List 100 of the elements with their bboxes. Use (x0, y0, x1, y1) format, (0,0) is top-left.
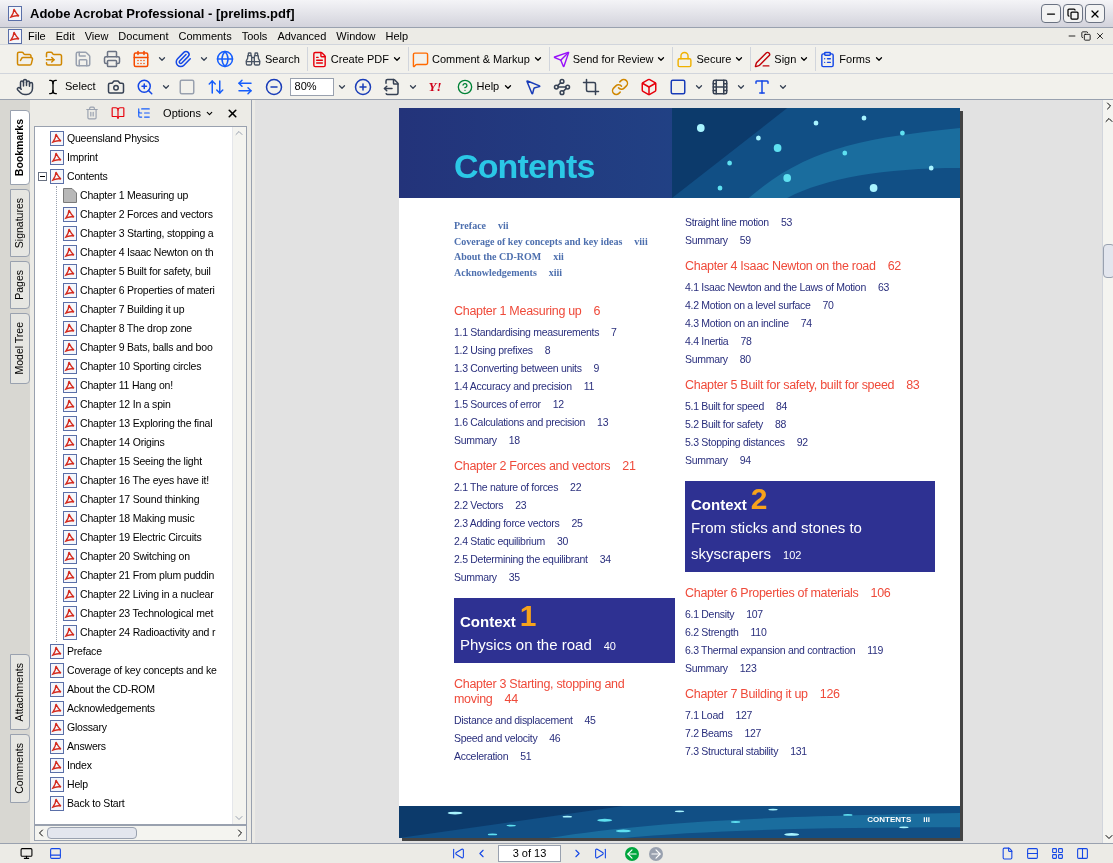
pointer-icon[interactable] (524, 77, 543, 96)
toc-entry[interactable]: Speed and velocity 46 (454, 729, 561, 747)
scrollbar[interactable] (1102, 100, 1113, 843)
cube-icon[interactable] (640, 77, 659, 96)
bookmark-item[interactable]: Chapter 12 In a spin (80, 399, 171, 410)
options-button[interactable]: Options (163, 104, 214, 122)
toc-entry[interactable]: 6.1 Density 107 (685, 605, 763, 623)
menu-item[interactable]: Document (114, 30, 173, 42)
toc-entry[interactable]: 2.4 Static equilibrium 30 (454, 532, 568, 550)
zoom-in-icon[interactable] (353, 77, 372, 96)
folder-icon[interactable] (45, 50, 63, 68)
folder-icon[interactable] (16, 50, 34, 68)
bookmark-item[interactable]: Queensland Physics (67, 133, 160, 144)
page-number-field[interactable]: 3 of 13 (498, 845, 561, 862)
toolbar-button[interactable]: Secure (672, 47, 748, 71)
bookmark-item[interactable]: Chapter 20 Switching on (80, 551, 190, 562)
menu-item[interactable]: Tools (237, 30, 272, 42)
chapter-heading[interactable]: Chapter 6 Properties of materials 106 (685, 586, 935, 601)
bookmark-item[interactable]: Chapter 18 Making music (80, 513, 195, 524)
toc-entry[interactable]: 1.6 Calculations and precision 13 (454, 413, 609, 431)
toc-entry[interactable]: 2.1 The nature of forces 22 (454, 478, 582, 496)
zoom-in-icon[interactable] (135, 77, 154, 96)
fit-width-icon[interactable] (235, 77, 254, 96)
minimize-button[interactable] (1041, 4, 1061, 23)
toc-entry[interactable]: 1.5 Sources of error 12 (454, 395, 564, 413)
bookmark-item[interactable]: Chapter 21 From plum puddin (80, 570, 215, 581)
close-icon[interactable] (1095, 31, 1105, 41)
toc-entry[interactable]: 7.3 Structural stability 131 (685, 742, 807, 760)
front-matter-entry[interactable]: About the CD-ROM xii (454, 249, 564, 265)
toolbar-button[interactable]: Create PDF (306, 47, 405, 71)
bookmark-item[interactable]: Chapter 2 Forces and vectors (80, 209, 213, 220)
camera-icon[interactable] (106, 77, 125, 96)
restore-icon[interactable] (1081, 31, 1091, 41)
menu-item[interactable]: Advanced (273, 30, 331, 42)
side-tab[interactable]: Pages (10, 261, 30, 310)
path-icon[interactable] (553, 77, 572, 96)
bookmark-item[interactable]: Chapter 3 Starting, stopping a (80, 228, 214, 239)
last-page-icon[interactable] (594, 847, 607, 860)
toolbar-button[interactable]: Comment & Markup (407, 47, 546, 71)
crop-icon[interactable] (582, 77, 601, 96)
toc-entry[interactable]: 6.2 Strength 110 (685, 623, 767, 641)
side-tab[interactable]: Bookmarks (10, 110, 30, 186)
bookmark-item[interactable]: Preface (67, 646, 102, 657)
chapter-heading[interactable]: Chapter 3 Starting, stopping and moving 44 (454, 677, 675, 707)
chapter-heading[interactable]: Chapter 4 Isaac Newton on the road 62 (685, 259, 935, 274)
caret-icon[interactable] (199, 54, 209, 64)
menu-item[interactable]: Comments (174, 30, 236, 42)
bookmark-item[interactable]: Help (67, 779, 88, 790)
bookmark-item[interactable]: Chapter 16 The eyes have it! (80, 475, 210, 486)
toc-entry[interactable]: 4.1 Isaac Newton and the Laws of Motion 63 (685, 278, 889, 296)
bookmark-item[interactable]: Glossary (67, 722, 107, 733)
bookmark-item[interactable]: Chapter 11 Hang on! (80, 380, 173, 391)
close-button[interactable] (1085, 4, 1105, 23)
chapter-heading[interactable]: Chapter 2 Forces and vectors 21 (454, 459, 675, 474)
context-banner[interactable]: Context 1 Physics on the road 40 (454, 598, 675, 663)
facing-icon[interactable] (1051, 847, 1064, 860)
context-banner[interactable]: Context 2 From sticks and stones to skyscrapers 102 (685, 481, 935, 572)
back-icon[interactable] (625, 846, 639, 861)
chapter-heading[interactable]: Chapter 7 Building it up 126 (685, 687, 935, 702)
continuous-facing-icon[interactable] (1076, 847, 1089, 860)
bookmark-item[interactable]: Chapter 6 Properties of materi (80, 285, 215, 296)
continuous-icon[interactable] (1026, 847, 1039, 860)
side-tab[interactable]: Comments (10, 734, 30, 803)
toc-entry[interactable]: Summary 80 (685, 350, 751, 368)
bookmark-item[interactable]: Chapter 10 Sporting circles (80, 361, 202, 372)
scroll-thumb[interactable] (1103, 244, 1113, 278)
toc-entry[interactable]: 4.3 Motion on an incline 74 (685, 314, 812, 332)
square-icon[interactable] (669, 77, 688, 96)
monitor-icon[interactable] (20, 847, 33, 860)
toc-entry[interactable]: 1.1 Standardising measurements 7 (454, 323, 617, 341)
help-button[interactable]: Help (452, 78, 518, 95)
bookmark-item[interactable]: Chapter 22 Living in a nuclear (80, 589, 214, 600)
toolbar-button[interactable]: Send for Review (548, 47, 670, 71)
toc-entry[interactable]: Summary 35 (454, 568, 520, 586)
calendar-icon[interactable] (132, 50, 150, 68)
fit-height-icon[interactable] (206, 77, 225, 96)
toc-entry[interactable]: 2.3 Adding force vectors 25 (454, 514, 583, 532)
toc-entry[interactable]: 1.2 Using prefixes 8 (454, 341, 551, 359)
toc-entry[interactable]: 7.1 Load 127 (685, 706, 753, 724)
front-matter-entry[interactable]: Preface vii (454, 218, 509, 234)
menu-item[interactable]: File (24, 30, 50, 42)
menu-item[interactable]: Help (381, 30, 413, 42)
bookmark-item[interactable]: Imprint (67, 152, 98, 163)
caret-icon[interactable] (157, 54, 167, 64)
toolbar-button[interactable]: Sign (750, 47, 813, 71)
zoom-field[interactable]: 80% (289, 77, 334, 96)
toc-entry[interactable]: 5.2 Built for safety 88 (685, 415, 787, 433)
scrollbar[interactable] (34, 825, 247, 841)
printer-icon[interactable] (103, 50, 121, 68)
toc-entry[interactable]: Summary 123 (685, 659, 757, 677)
bookmark-item[interactable]: Chapter 5 Built for safety, buil (80, 266, 211, 277)
film-icon[interactable] (711, 77, 730, 96)
toc-entry[interactable]: 1.3 Converting between units 9 (454, 359, 600, 377)
yahoo-logo-button[interactable]: Y! (420, 76, 450, 97)
bookmark-item[interactable]: Chapter 15 Seeing the light (80, 456, 202, 467)
bookmark-item[interactable]: Chapter 4 Isaac Newton on th (80, 247, 214, 258)
side-tab[interactable]: Signatures (10, 189, 30, 258)
bookmark-item[interactable]: Chapter 1 Measuring up (80, 190, 189, 201)
side-tab[interactable]: Attachments (10, 653, 30, 731)
zoom-out-icon[interactable] (264, 77, 283, 96)
